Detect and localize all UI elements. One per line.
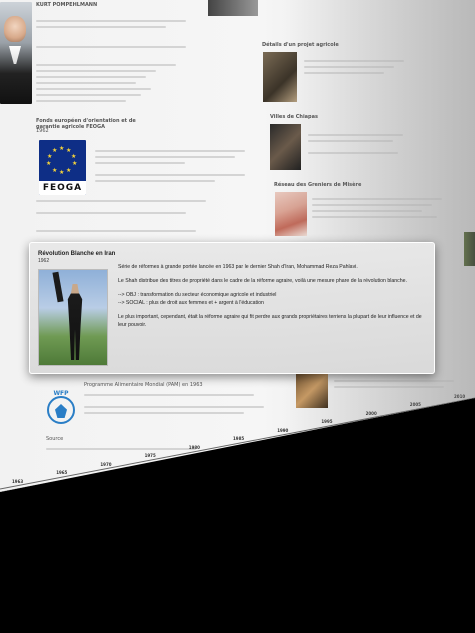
text-line	[304, 60, 404, 62]
text-line	[84, 406, 264, 408]
star-icon: ★	[59, 145, 65, 152]
star-icon: ★	[72, 160, 78, 167]
text-line	[36, 94, 141, 96]
popup-paragraph: Le Shah distribue des titres de propriét…	[118, 278, 407, 284]
text-line	[95, 180, 215, 182]
text-line	[36, 230, 196, 232]
text-line	[84, 394, 254, 396]
text-line	[308, 152, 398, 154]
text-line	[36, 64, 176, 66]
popup-paragraph: Série de réformes à grande portée lancée…	[118, 264, 358, 270]
popup-photo[interactable]	[38, 269, 108, 366]
feoga-year: 1962	[36, 128, 49, 134]
top-thumbnail[interactable]	[208, 0, 258, 16]
star-icon: ★	[52, 147, 58, 154]
article-thumbnail[interactable]	[270, 124, 301, 170]
text-line	[36, 82, 136, 84]
timeline-year-label: 1963	[12, 478, 24, 484]
photo-arm	[52, 271, 64, 303]
text-line	[84, 412, 244, 414]
text-line	[36, 26, 166, 28]
column-title: Détails d'un projet agricole	[262, 42, 339, 48]
article-thumbnail[interactable]	[275, 192, 307, 236]
star-icon: ★	[47, 153, 53, 160]
text-line	[312, 204, 432, 206]
text-line	[36, 70, 156, 72]
text-line	[312, 198, 442, 200]
top-heading: KURT POMPEHLMANN	[36, 2, 98, 8]
text-line	[304, 72, 384, 74]
edge-thumbnail[interactable]	[464, 232, 475, 266]
text-line	[312, 216, 437, 218]
portrait-head	[4, 16, 26, 42]
timeline-year-label: 1985	[233, 436, 245, 442]
wfp-logo[interactable]: WFP	[45, 390, 77, 430]
photo-figure	[67, 284, 83, 360]
article-thumbnail[interactable]	[296, 372, 328, 408]
article-thumbnail[interactable]	[263, 52, 297, 102]
text-line	[36, 88, 151, 90]
text-line	[312, 210, 422, 212]
feoga-heading: Fonds européen d'orientation et de garan…	[36, 118, 136, 130]
timeline-year-label: 2000	[365, 410, 377, 416]
timeline-year-label: 1990	[277, 427, 289, 433]
wfp-heading: Programme Alimentaire Mondial (PAM) en 1…	[84, 382, 203, 388]
timeline-year-label: 1965	[56, 470, 68, 476]
event-popup[interactable]: Révolution Blanche en Iran 1962 Série de…	[29, 242, 435, 374]
text-line	[36, 46, 186, 48]
popup-year: 1962	[38, 258, 50, 264]
source-label: Source	[46, 436, 64, 442]
timeline-year-label: 1975	[144, 453, 156, 459]
popup-bullet: --> OBJ : transformation du secteur écon…	[118, 292, 277, 298]
text-line	[36, 20, 186, 22]
text-line	[308, 140, 393, 142]
popup-paragraph: Le plus important, cependant, était la r…	[118, 314, 422, 328]
text-line	[95, 162, 185, 164]
star-icon: ★	[66, 167, 72, 174]
portrait-shirt	[9, 46, 21, 64]
text-line	[36, 100, 126, 102]
text-line	[46, 448, 196, 450]
text-line	[304, 66, 394, 68]
timeline-year-label: 1995	[321, 419, 333, 425]
popup-body: Série de réformes à grande portée lancée…	[118, 263, 428, 335]
star-icon: ★	[46, 160, 52, 167]
text-line	[36, 76, 146, 78]
star-icon: ★	[59, 169, 65, 176]
portrait-photo[interactable]	[0, 2, 32, 104]
column-title: Réseau des Greniers de Misère	[274, 182, 362, 188]
popup-title: Révolution Blanche en Iran	[38, 251, 116, 257]
text-line	[334, 386, 444, 388]
timeline-year-label: 2010	[454, 393, 466, 399]
feoga-logo[interactable]: ★ ★ ★ ★ ★ ★ ★ ★ ★ ★ FEOGA	[39, 140, 86, 195]
star-icon: ★	[52, 167, 58, 174]
popup-bullet: --> SOCIAL : plus de droit aux femmes et…	[118, 300, 264, 306]
timeline-year-label: 1970	[100, 461, 112, 467]
screenshot-stage: KURT POMPEHLMANN Fonds européen d'orient…	[0, 0, 475, 633]
text-line	[334, 380, 454, 382]
feoga-logo-text: FEOGA	[39, 181, 86, 195]
text-line	[95, 150, 245, 152]
text-line	[95, 174, 245, 176]
text-line	[308, 134, 403, 136]
column-title: Villes de Chiapas	[270, 114, 318, 120]
timeline-year-label: 2005	[409, 402, 421, 408]
text-line	[95, 156, 235, 158]
text-line	[36, 212, 186, 214]
text-line	[36, 200, 206, 202]
